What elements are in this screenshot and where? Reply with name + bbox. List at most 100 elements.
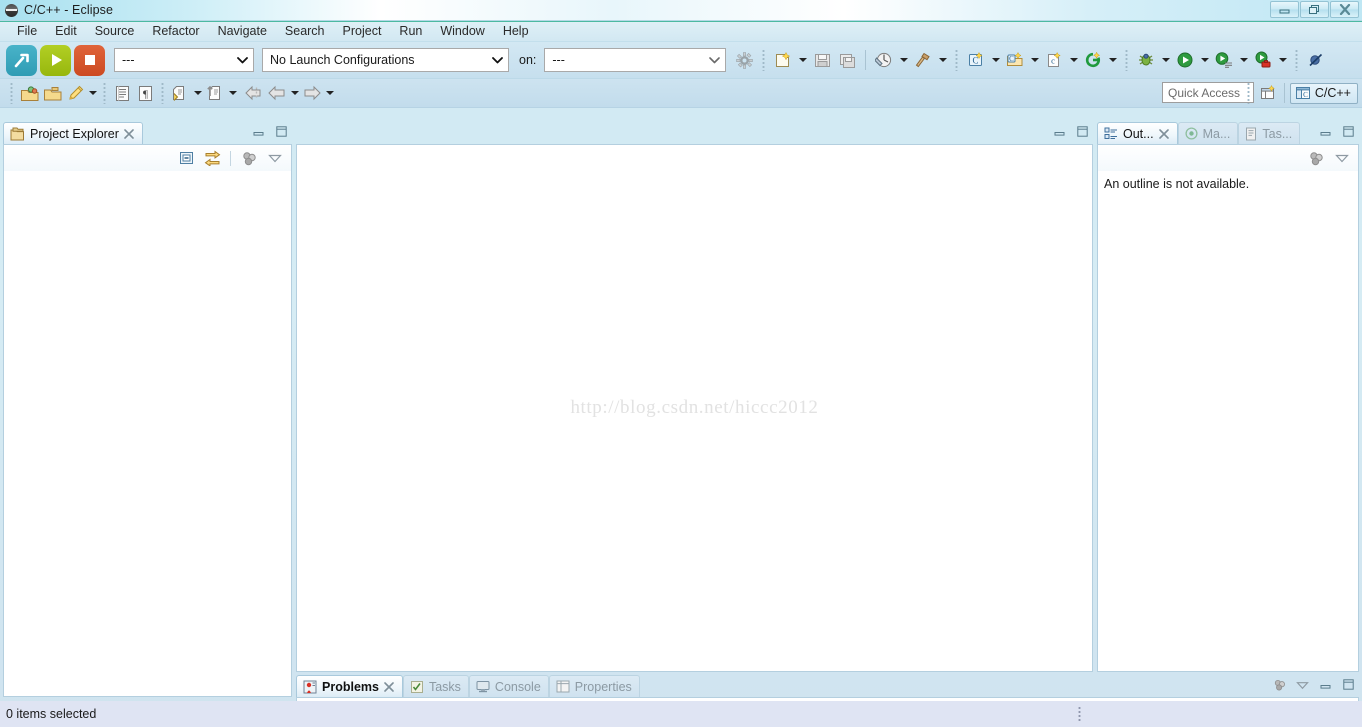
tab-console[interactable]: Console [468, 675, 549, 697]
next-annotation-icon[interactable] [169, 82, 191, 104]
outline-icon [1104, 127, 1117, 139]
build-config-combo[interactable]: --- [114, 48, 254, 72]
tab-tasks[interactable]: Tasks [402, 675, 469, 697]
menu-refactor[interactable]: Refactor [143, 22, 208, 40]
run-history-dropdown-arrow[interactable] [1238, 50, 1249, 70]
editor-body[interactable]: http://blog.csdn.net/hiccc2012 [296, 144, 1093, 672]
minimize-icon[interactable] [1319, 678, 1332, 691]
restore-button[interactable] [1300, 1, 1329, 18]
outline-message: An outline is not available. [1104, 177, 1250, 191]
close-button[interactable] [1330, 1, 1359, 18]
status-resize-grip[interactable] [1078, 706, 1081, 722]
new-source-folder-icon[interactable]: C [1004, 49, 1026, 71]
open-perspective-icon[interactable] [1257, 82, 1279, 104]
menu-run[interactable]: Run [390, 22, 431, 40]
tab-label: Problems [322, 679, 379, 694]
link-with-editor-icon[interactable] [204, 150, 221, 167]
new-class-dropdown-arrow[interactable] [990, 50, 1001, 70]
new-class-icon[interactable]: C [965, 49, 987, 71]
back-history-icon[interactable] [266, 82, 288, 104]
new-project-dropdown-arrow[interactable] [1107, 50, 1118, 70]
menu-file[interactable]: File [8, 22, 46, 40]
minimize-icon[interactable] [1319, 125, 1332, 138]
build-all-button[interactable] [873, 49, 895, 71]
collapse-all-icon[interactable] [178, 150, 195, 167]
status-bar: 0 items selected [0, 701, 1362, 727]
tab-properties[interactable]: Properties [548, 675, 640, 697]
skip-breakpoints-icon[interactable] [1305, 49, 1327, 71]
show-whitespace-icon[interactable]: ¶ [134, 82, 156, 104]
new-button[interactable] [772, 49, 794, 71]
minimize-icon[interactable] [1053, 125, 1066, 138]
maximize-icon[interactable] [1342, 678, 1355, 691]
minimize-button[interactable] [1270, 1, 1299, 18]
menu-project[interactable]: Project [334, 22, 391, 40]
maximize-icon[interactable] [1342, 125, 1355, 138]
toolbar-separator [955, 49, 959, 71]
tab-task-list[interactable]: Tas... [1238, 122, 1301, 144]
new-source-file-dropdown-arrow[interactable] [1068, 50, 1079, 70]
tasks-icon [410, 680, 423, 693]
launch-config-combo[interactable]: No Launch Configurations [262, 48, 509, 72]
forward-icon[interactable] [301, 82, 323, 104]
menu-source[interactable]: Source [86, 22, 144, 40]
save-button[interactable] [811, 49, 833, 71]
run-button[interactable] [40, 44, 71, 76]
external-tools-icon[interactable] [1252, 49, 1274, 71]
build-hammer-dropdown-arrow[interactable] [937, 50, 948, 70]
search-dropdown-arrow[interactable] [87, 83, 98, 103]
menu-window[interactable]: Window [431, 22, 493, 40]
stop-button[interactable] [74, 44, 105, 76]
close-icon[interactable] [124, 128, 135, 139]
project-explorer-window-controls [252, 125, 288, 138]
back-icon[interactable] [243, 82, 265, 104]
debug-icon[interactable] [1135, 49, 1157, 71]
view-menu-more-icon[interactable] [1307, 150, 1324, 167]
view-menu-icon[interactable] [266, 150, 283, 167]
view-menu-more-icon[interactable] [240, 150, 257, 167]
tab-project-explorer[interactable]: Project Explorer [3, 122, 143, 144]
quick-access-input[interactable]: Quick Access [1162, 82, 1254, 103]
menu-help[interactable]: Help [494, 22, 538, 40]
tab-outline[interactable]: Out... [1097, 122, 1178, 144]
perspective-cpp-button[interactable]: C C/C++ [1289, 82, 1358, 104]
next-annotation-dropdown-arrow[interactable] [192, 83, 203, 103]
search-pen-icon[interactable] [64, 82, 86, 104]
close-icon[interactable] [384, 681, 395, 692]
save-all-button[interactable] [836, 49, 858, 71]
run-green-icon[interactable] [1174, 49, 1196, 71]
new-dropdown-arrow[interactable] [797, 50, 808, 70]
menu-search[interactable]: Search [276, 22, 334, 40]
tab-make-target[interactable]: Ma... [1177, 122, 1239, 144]
build-button[interactable] [6, 44, 37, 76]
minimize-icon[interactable] [252, 125, 265, 138]
debug-dropdown-arrow[interactable] [1160, 50, 1171, 70]
tab-problems[interactable]: Problems [296, 675, 403, 697]
manage-configurations-button[interactable] [733, 49, 755, 71]
forward-dropdown-arrow[interactable] [324, 83, 335, 103]
view-menu-icon[interactable] [1296, 678, 1309, 691]
build-all-dropdown-arrow[interactable] [898, 50, 909, 70]
view-menu-icon[interactable] [1333, 150, 1350, 167]
previous-annotation-dropdown-arrow[interactable] [227, 83, 238, 103]
target-combo[interactable]: --- [544, 48, 727, 72]
new-project-icon[interactable] [1082, 49, 1104, 71]
external-tools-dropdown-arrow[interactable] [1277, 50, 1288, 70]
close-icon[interactable] [1159, 128, 1170, 139]
previous-annotation-icon[interactable] [204, 82, 226, 104]
build-hammer-button[interactable] [912, 49, 934, 71]
view-menu-more-icon[interactable] [1273, 678, 1286, 691]
run-dropdown-arrow[interactable] [1199, 50, 1210, 70]
run-history-icon[interactable] [1213, 49, 1235, 71]
mark-occurrences-icon[interactable] [111, 82, 133, 104]
back-dropdown-arrow[interactable] [289, 83, 300, 103]
menu-edit[interactable]: Edit [46, 22, 86, 40]
tab-label: Out... [1123, 126, 1154, 141]
maximize-icon[interactable] [1076, 125, 1089, 138]
open-type-icon[interactable] [18, 82, 40, 104]
maximize-icon[interactable] [275, 125, 288, 138]
new-source-folder-dropdown-arrow[interactable] [1029, 50, 1040, 70]
new-source-file-icon[interactable]: c [1043, 49, 1065, 71]
open-element-icon[interactable] [41, 82, 63, 104]
menu-navigate[interactable]: Navigate [209, 22, 276, 40]
